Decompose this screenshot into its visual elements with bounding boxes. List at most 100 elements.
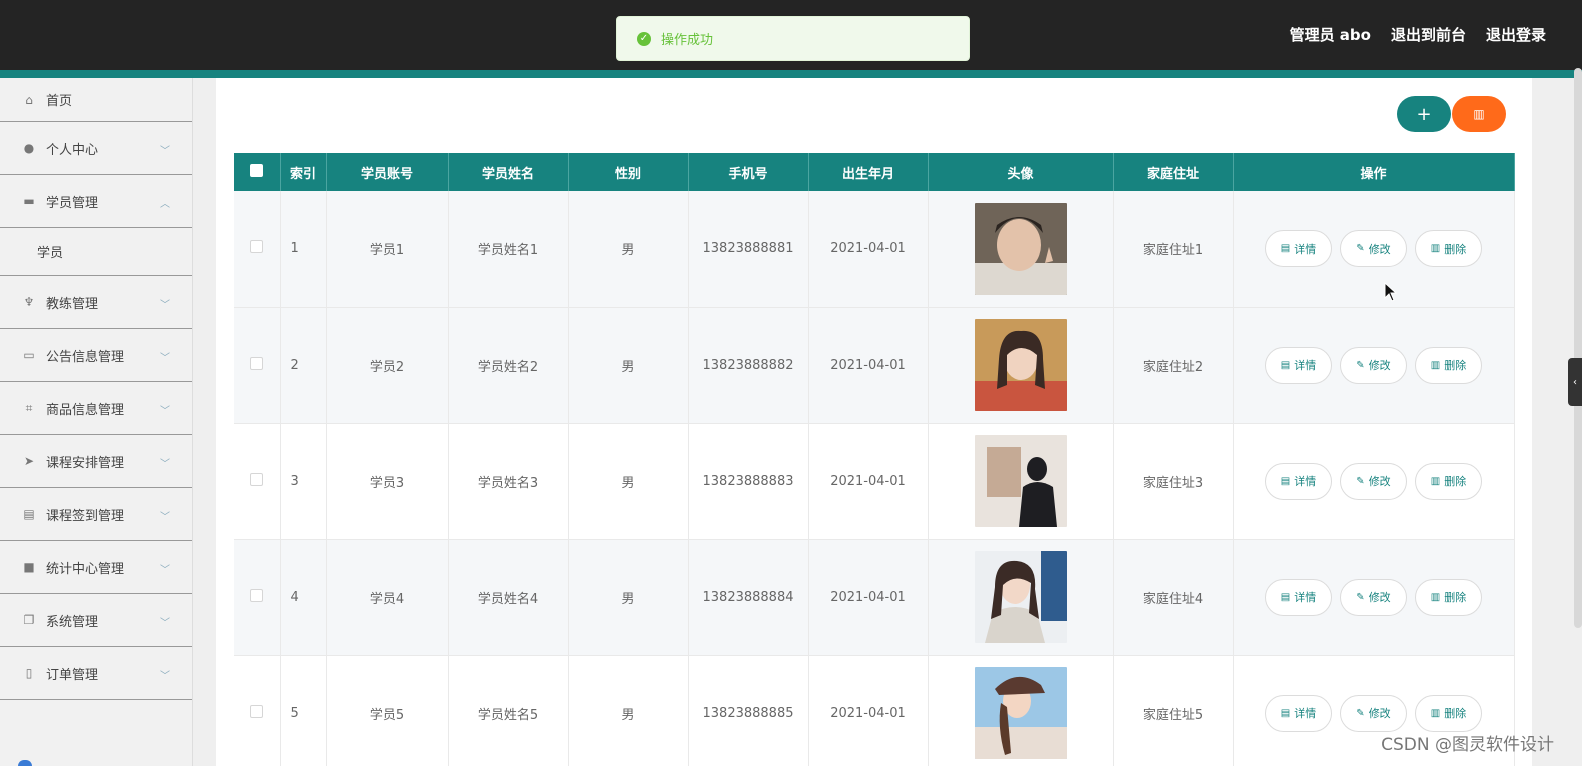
table-row: 1 学员1 学员姓名1 男 13823888881 2021-04-01 家庭住… xyxy=(234,191,1515,308)
student-address: 家庭住址4 xyxy=(1113,539,1234,656)
avatar xyxy=(974,202,1067,295)
sidebar-item-course-checkin[interactable]: ▤ 课程签到管理 ﹀ xyxy=(0,488,192,541)
actions-cell: ▤ 详情 ✎ 修改 ▥ 删除 xyxy=(1233,423,1515,540)
trash-icon: ▥ xyxy=(1430,359,1441,371)
header-accent-strip xyxy=(0,70,1582,78)
document-icon: ▤ xyxy=(1280,475,1291,487)
logout-link[interactable]: 退出登录 xyxy=(1486,24,1546,45)
sidebar-item-orders[interactable]: ▯ 订单管理 ﹀ xyxy=(0,647,192,700)
student-table: 索引 学员账号 学员姓名 性别 手机号 出生年月 头像 家庭住址 操作 1 学员… xyxy=(234,153,1515,766)
student-account: 学员3 xyxy=(326,423,449,540)
column-header: 操作 xyxy=(1233,153,1515,191)
row-checkbox[interactable] xyxy=(234,423,281,540)
delete-button[interactable]: ▥ 删除 xyxy=(1415,230,1482,268)
sidebar-item-announcement-management[interactable]: ▭ 公告信息管理 ﹀ xyxy=(0,329,192,382)
student-birth: 2021-04-01 xyxy=(808,307,929,424)
detail-button[interactable]: ▤ 详情 xyxy=(1265,346,1332,384)
table-row: 4 学员4 学员姓名4 男 13823888884 2021-04-01 家庭住… xyxy=(234,539,1515,656)
collapse-toggle[interactable]: ‹ xyxy=(1568,358,1582,406)
sidebar-item-label: 学员管理 xyxy=(46,195,99,211)
chevron-down-icon: ﹀ xyxy=(160,406,170,417)
pencil-icon: ✎ xyxy=(1356,359,1365,371)
edit-button[interactable]: ✎ 修改 xyxy=(1340,462,1407,500)
sidebar-item-personal-center[interactable]: ● 个人中心 ﹀ xyxy=(0,122,192,175)
student-phone: 13823888884 xyxy=(688,539,809,656)
avatar-cell xyxy=(928,539,1114,656)
chevron-down-icon: ﹀ xyxy=(160,671,170,682)
student-gender: 男 xyxy=(568,307,689,424)
pencil-icon: ✎ xyxy=(1356,475,1365,487)
toast-message: 操作成功 xyxy=(661,33,714,48)
select-all-checkbox[interactable] xyxy=(234,153,281,191)
chevron-down-icon: ﹀ xyxy=(160,565,170,576)
student-account: 学员5 xyxy=(326,655,449,766)
send-icon: ➤ xyxy=(23,454,35,468)
chevron-down-icon: ﹀ xyxy=(160,353,170,364)
sidebar-item-label: 教练管理 xyxy=(46,296,99,312)
actions-cell: ▤ 详情 ✎ 修改 ▥ 删除 xyxy=(1233,191,1515,308)
row-index: 1 xyxy=(280,191,327,308)
trash-icon: ▥ xyxy=(1430,707,1441,719)
sidebar-item-course-schedule[interactable]: ➤ 课程安排管理 ﹀ xyxy=(0,435,192,488)
student-phone: 13823888885 xyxy=(688,655,809,766)
sidebar-subitem-students[interactable]: 学员 xyxy=(0,228,192,276)
row-index: 5 xyxy=(280,655,327,766)
row-checkbox[interactable] xyxy=(234,655,281,766)
delete-button[interactable]: ▥ 删除 xyxy=(1415,694,1482,732)
edit-button[interactable]: ✎ 修改 xyxy=(1340,578,1407,616)
edit-button[interactable]: ✎ 修改 xyxy=(1340,694,1407,732)
detail-button[interactable]: ▤ 详情 xyxy=(1265,578,1332,616)
student-phone: 13823888881 xyxy=(688,191,809,308)
student-birth: 2021-04-01 xyxy=(808,423,929,540)
microphone-icon: ♆ xyxy=(23,295,35,309)
chevron-down-icon: ﹀ xyxy=(160,512,170,523)
sidebar-item-label: 公告信息管理 xyxy=(46,349,125,365)
student-name: 学员姓名2 xyxy=(448,307,569,424)
sidebar-item-statistics[interactable]: ■ 统计中心管理 ﹀ xyxy=(0,541,192,594)
mouse-cursor-icon xyxy=(1384,282,1398,302)
watermark-text: CSDN @图灵软件设计 xyxy=(1381,735,1554,755)
add-button[interactable]: + xyxy=(1397,96,1451,132)
trash-icon: ▥ xyxy=(1430,243,1441,255)
detail-button[interactable]: ▤ 详情 xyxy=(1265,230,1332,268)
main-panel: + ▥ 索引 学员账号 学员姓名 性别 手机号 出生年月 头像 家庭住址 操作 xyxy=(216,78,1532,766)
video-icon: ■ xyxy=(23,560,35,574)
row-index: 3 xyxy=(280,423,327,540)
student-birth: 2021-04-01 xyxy=(808,655,929,766)
student-phone: 13823888883 xyxy=(688,423,809,540)
edit-button[interactable]: ✎ 修改 xyxy=(1340,346,1407,384)
success-toast: ✓ 操作成功 xyxy=(616,16,970,61)
sidebar-item-home[interactable]: ⌂ 首页 xyxy=(0,78,192,122)
delete-button[interactable]: ▥ 删除 xyxy=(1415,462,1482,500)
pencil-icon: ✎ xyxy=(1356,707,1365,719)
row-checkbox[interactable] xyxy=(234,307,281,424)
sidebar-item-label: 系统管理 xyxy=(46,614,99,630)
sidebar-item-system[interactable]: ❐ 系统管理 ﹀ xyxy=(0,594,192,647)
row-checkbox[interactable] xyxy=(234,539,281,656)
edit-button[interactable]: ✎ 修改 xyxy=(1340,230,1407,268)
table-row: 5 学员5 学员姓名5 男 13823888885 2021-04-01 家庭住… xyxy=(234,655,1515,766)
column-header: 索引 xyxy=(280,153,327,191)
sidebar-item-label: 课程签到管理 xyxy=(46,508,125,524)
copy-icon: ❐ xyxy=(23,613,35,627)
mobile-icon: ▯ xyxy=(25,666,33,680)
home-icon: ⌂ xyxy=(25,92,33,107)
vertical-scrollbar[interactable] xyxy=(1574,68,1582,628)
delete-button[interactable]: ▥ 删除 xyxy=(1415,578,1482,616)
sidebar-item-product-management[interactable]: ⌗ 商品信息管理 ﹀ xyxy=(0,382,192,435)
chevron-down-icon: ﹀ xyxy=(160,618,170,629)
actions-cell: ▤ 详情 ✎ 修改 ▥ 删除 xyxy=(1233,307,1515,424)
sidebar-item-label: 课程安排管理 xyxy=(46,455,125,471)
delete-button[interactable]: ▥ 删除 xyxy=(1415,346,1482,384)
sidebar-item-student-management[interactable]: ▬ 学员管理 ︿ xyxy=(0,175,192,228)
trash-icon: ▥ xyxy=(1430,591,1441,603)
student-gender: 男 xyxy=(568,423,689,540)
detail-button[interactable]: ▤ 详情 xyxy=(1265,694,1332,732)
column-header: 学员姓名 xyxy=(448,153,569,191)
batch-delete-button[interactable]: ▥ xyxy=(1452,96,1506,132)
student-gender: 男 xyxy=(568,539,689,656)
row-checkbox[interactable] xyxy=(234,191,281,308)
detail-button[interactable]: ▤ 详情 xyxy=(1265,462,1332,500)
back-to-frontend-link[interactable]: 退出到前台 xyxy=(1391,24,1466,45)
sidebar-item-coach-management[interactable]: ♆ 教练管理 ﹀ xyxy=(0,276,192,329)
